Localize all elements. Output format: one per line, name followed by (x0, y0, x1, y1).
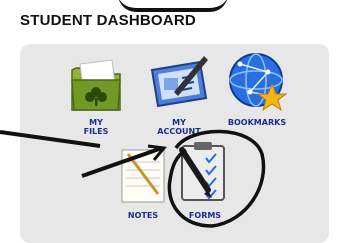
my-files-label-line1: MY (89, 118, 103, 127)
bookmarks-tile[interactable]: BOOKMARKS (220, 50, 294, 130)
forms-label: FORMS (188, 211, 222, 220)
globe-star-icon (229, 53, 288, 112)
my-account-label-line2: ACCOUNT (157, 127, 201, 136)
my-files-label-line2: FILES (83, 127, 109, 136)
forms-tile[interactable]: FORMS (176, 140, 234, 222)
notes-label: NOTES (127, 211, 159, 220)
my-files-tile[interactable]: MY FILES (68, 52, 124, 138)
dashboard-title: STUDENT DASHBOARD (20, 12, 196, 29)
notes-tile[interactable]: NOTES (118, 146, 168, 222)
bookmarks-label: BOOKMARKS (227, 118, 287, 127)
account-card-icon (150, 56, 208, 108)
my-account-tile[interactable]: MY ACCOUNT (148, 54, 210, 138)
my-account-label-line1: MY (172, 118, 186, 127)
notepad-icon (121, 149, 165, 203)
annotation-top-stroke (118, 0, 228, 12)
clipboard-checklist-icon (179, 142, 225, 201)
folder-icon (71, 59, 121, 111)
